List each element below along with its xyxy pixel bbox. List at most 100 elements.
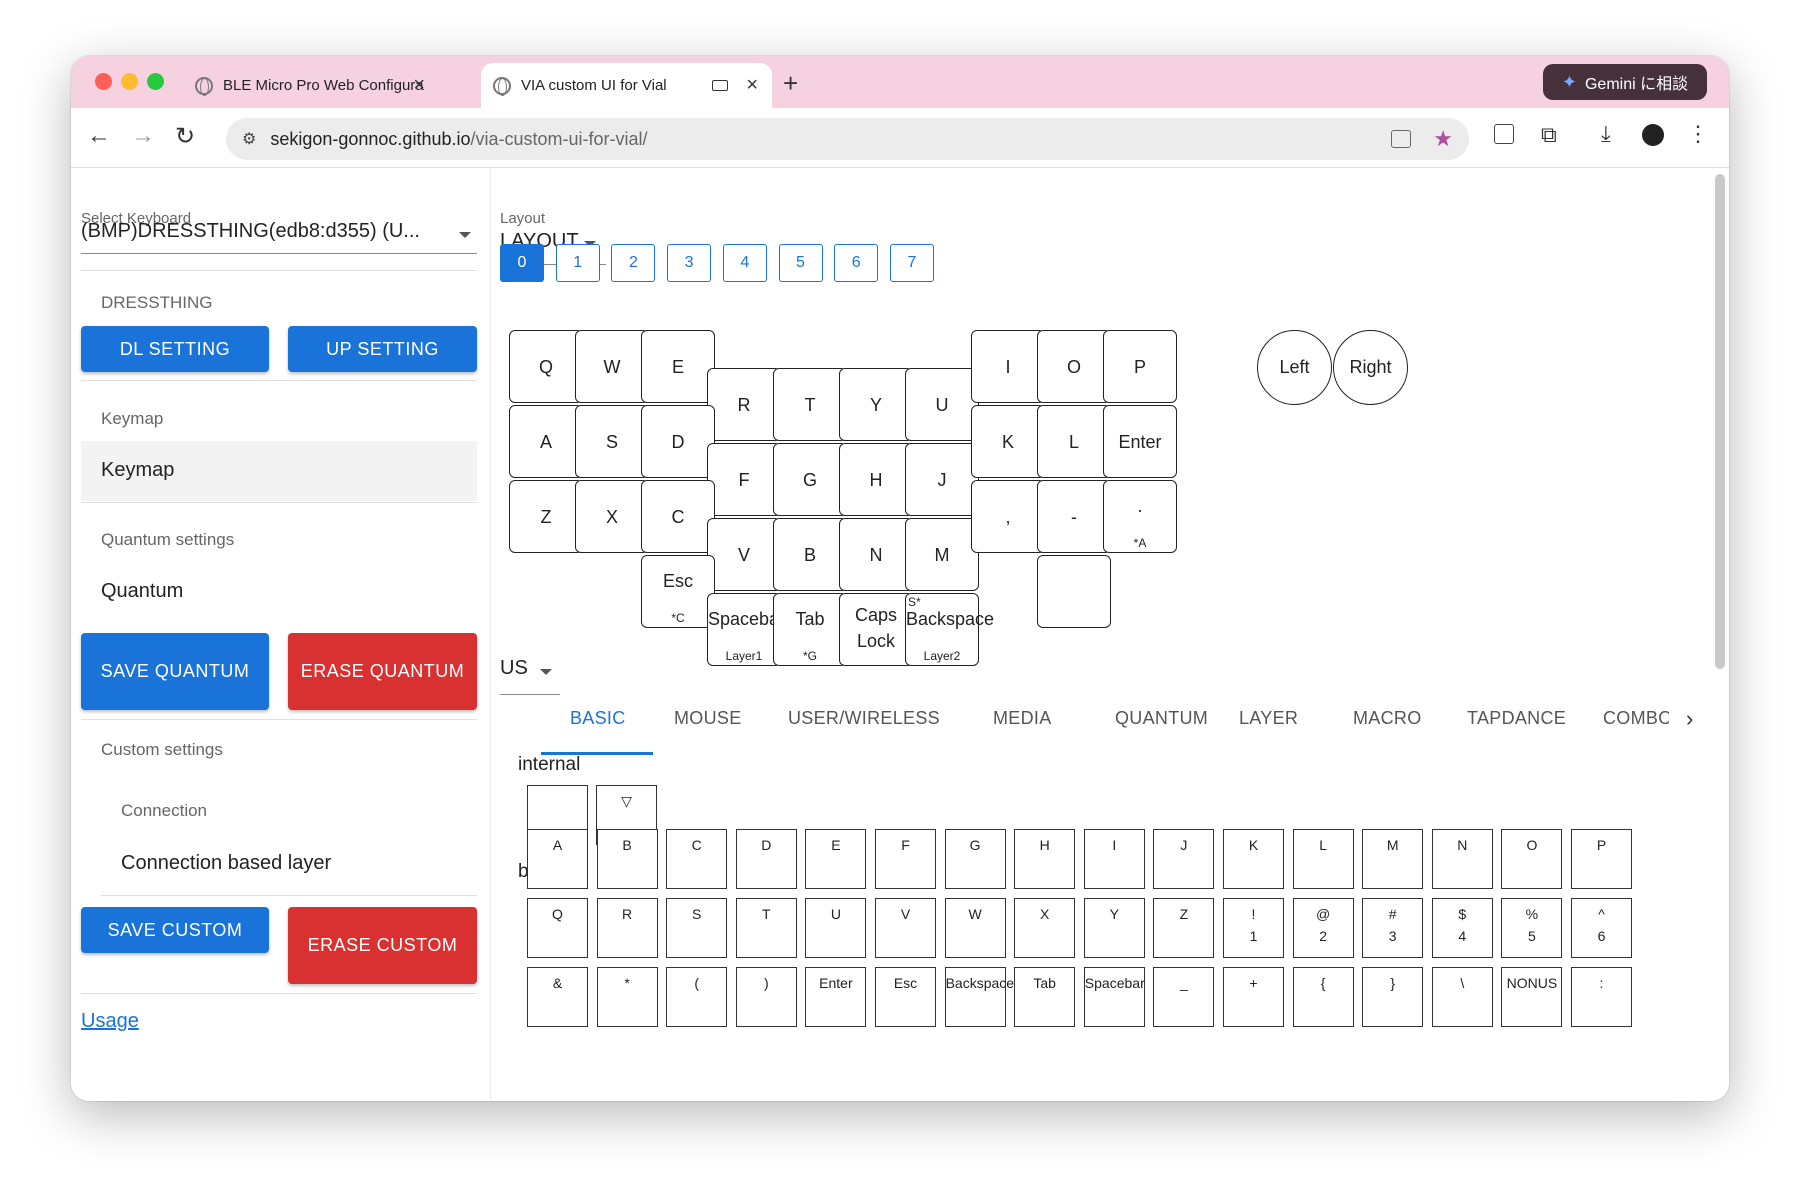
sidebar-item-connection[interactable]: Connection based layer [121,852,331,875]
layer-button-7[interactable]: 7 [889,244,934,282]
dl-setting-button[interactable]: DL SETTING [81,326,269,372]
key-tab[interactable]: Tab *G [773,593,847,666]
tab-macro[interactable]: MACRO [1353,708,1433,729]
keycode-key[interactable]: Backspace [944,967,1014,1027]
save-custom-button[interactable]: SAVE CUSTOM [81,907,269,953]
key-a[interactable]: A [509,405,583,478]
sidebar-item-quantum[interactable]: Quantum [101,580,183,603]
reload-icon[interactable]: ↻ [175,122,195,151]
key-e[interactable]: E [641,330,715,403]
key-w[interactable]: W [575,330,649,403]
site-settings-icon[interactable]: ⚙ [242,129,256,149]
browser-tab-ble[interactable]: BLE Micro Pro Web Configura × [183,63,439,108]
address-bar[interactable]: ⚙ sekigon-gonnoc.github.io/via-custom-ui… [226,118,1469,160]
keycode-key[interactable]: ^ 6 [1571,898,1632,958]
keycode-key[interactable]: } [1362,967,1424,1027]
keycode-key[interactable]: Z [1153,898,1215,958]
key-minus[interactable]: - [1037,480,1111,553]
key-l[interactable]: L [1037,405,1111,478]
keycode-key[interactable]: C [666,829,728,889]
key-q[interactable]: Q [509,330,583,403]
key-t[interactable]: T [773,368,847,441]
language-select[interactable]: US [500,657,560,695]
key-f[interactable]: F [707,443,781,516]
tab-media[interactable]: MEDIA [993,708,1063,729]
key-b[interactable]: B [773,518,847,591]
keycode-key[interactable]: E [805,829,867,889]
key-m[interactable]: M [905,518,979,591]
keyboard-select[interactable]: (BMP)DRESSTHING(edb8:d355) (U... [81,220,477,254]
keycode-key[interactable]: I [1083,829,1145,889]
key-blank[interactable] [1037,555,1111,628]
zoom-window-button[interactable] [147,73,164,90]
key-j[interactable]: J [905,443,979,516]
new-tab-button[interactable]: + [783,68,798,99]
extensions-puzzle-icon[interactable]: ⧉ [1541,122,1557,148]
keycode-key[interactable]: T [735,898,797,958]
chevron-right-icon[interactable]: › [1686,706,1693,732]
erase-custom-button[interactable]: ERASE CUSTOM [288,907,477,984]
download-icon[interactable]: ⤓ [1601,121,1611,147]
close-tab-icon[interactable]: × [746,74,758,97]
keycode-key[interactable]: #3 [1362,898,1424,958]
tab-mouse[interactable]: MOUSE [674,708,750,729]
keycode-key[interactable]: : [1571,967,1632,1027]
tab-quantum[interactable]: QUANTUM [1115,708,1215,729]
key-u[interactable]: U [905,368,979,441]
key-g[interactable]: G [773,443,847,516]
scrollbar[interactable] [1715,174,1725,669]
close-window-button[interactable] [95,73,112,90]
keycode-key[interactable]: J [1153,829,1215,889]
keycode-key[interactable]: H [1014,829,1076,889]
key-i[interactable]: I [971,330,1045,403]
keycode-key[interactable]: NONUS [1501,967,1563,1027]
keycode-key[interactable]: { [1292,967,1354,1027]
key-k[interactable]: K [971,405,1045,478]
keycode-key[interactable]: D [735,829,797,889]
key-esc[interactable]: Esc *C [641,555,715,628]
close-tab-icon[interactable]: × [413,74,425,97]
layer-button-6[interactable]: 6 [834,244,879,282]
key-c[interactable]: C [641,480,715,553]
keycode-key[interactable]: R [596,898,658,958]
key-r[interactable]: R [707,368,781,441]
keycode-key[interactable]: \ [1431,967,1493,1027]
key-s[interactable]: S [575,405,649,478]
keycode-key[interactable]: Enter [805,967,867,1027]
layer-button-2[interactable]: 2 [611,244,656,282]
sidebar-item-keymap[interactable]: Keymap [81,441,477,501]
keycode-key[interactable]: @2 [1292,898,1354,958]
key-z[interactable]: Z [509,480,583,553]
forward-arrow-icon[interactable]: → [131,122,155,150]
bookmark-star-icon[interactable]: ★ [1433,126,1453,152]
keycode-key[interactable]: B [596,829,658,889]
key-v[interactable]: V [707,518,781,591]
layer-button-3[interactable]: 3 [667,244,712,282]
layer-button-5[interactable]: 5 [778,244,823,282]
keycode-key[interactable]: W [944,898,1006,958]
erase-quantum-button[interactable]: ERASE QUANTUM [288,633,477,710]
keycode-key[interactable]: % 5 [1501,898,1563,958]
keycode-key[interactable]: ) [735,967,797,1027]
tab-basic[interactable]: BASIC [570,708,656,729]
keycode-key[interactable]: Q [527,898,588,958]
keycode-key[interactable]: N [1431,829,1493,889]
keycode-key[interactable]: V [875,898,936,958]
key-caps-lock[interactable]: Caps Lock [839,593,913,666]
key-space[interactable]: Spacebar Layer1 [707,593,785,666]
extension-d-icon[interactable] [1494,124,1514,144]
keycode-key[interactable]: Spacebar [1083,967,1145,1027]
tab-user-wireless[interactable]: USER/WIRELESS [788,708,958,729]
tab-tapdance[interactable]: TAPDANCE [1467,708,1575,729]
keycode-key[interactable]: Y [1083,898,1145,958]
keycode-key[interactable]: & [527,967,588,1027]
key-comma[interactable]: , [971,480,1045,553]
key-p[interactable]: P [1103,330,1177,403]
tab-combo[interactable]: COMBO [1603,708,1669,729]
key-h[interactable]: H [839,443,913,516]
gemini-button[interactable]: ✦ Gemini に相談 [1543,64,1707,100]
tab-layer[interactable]: LAYER [1239,708,1309,729]
keycode-key[interactable]: + [1223,967,1284,1027]
layer-button-1[interactable]: 1 [555,244,600,282]
save-quantum-button[interactable]: SAVE QUANTUM [81,633,269,710]
